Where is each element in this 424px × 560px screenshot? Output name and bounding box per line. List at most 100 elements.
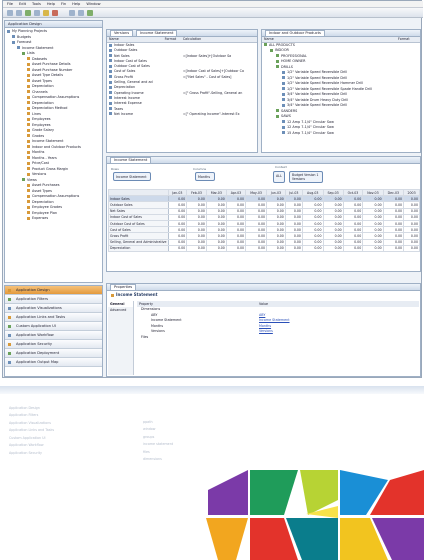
grid-row-header[interactable]: Depreciation (108, 244, 169, 252)
menu-item[interactable]: Tools (32, 2, 41, 6)
nav-item[interactable]: Custom Application UI (5, 322, 102, 331)
tab-income-statement-grid[interactable]: Income Statement (110, 157, 152, 163)
tree-node-icon (27, 62, 30, 66)
tree-node-icon (27, 150, 30, 154)
tab-income-statement[interactable]: Income Statement (136, 30, 178, 36)
grid-cell[interactable]: 0.00 (266, 244, 286, 252)
tree-node-icon (27, 139, 30, 143)
app-window: File Edit Tools Help Fin Help Window Applicati… (2, 0, 423, 378)
column-header[interactable]: Name (262, 37, 396, 43)
redo-icon[interactable] (78, 9, 84, 16)
products-tree: ALL PRODUCTS INDOOR PROFESSIONAL HOME OWNER… (262, 43, 420, 137)
grid-cell[interactable]: 0.00 (225, 244, 247, 252)
grid-cell[interactable]: 0.00 (245, 244, 268, 252)
context-box-version[interactable]: Budget Version 1 Versions (289, 171, 323, 183)
tab-properties[interactable]: Properties (110, 284, 137, 290)
list-row[interactable]: Cost of Sales =[Indoor Cost of Sales]+[Ou… (107, 69, 257, 74)
save-icon[interactable] (25, 9, 31, 16)
grid-cell[interactable]: 0.00 (301, 244, 324, 252)
property-row[interactable]: Files (137, 334, 419, 340)
open-icon[interactable] (16, 9, 22, 16)
grid-cell[interactable]: 0.00 (284, 244, 303, 252)
tree-node-icon (27, 189, 30, 192)
grid-cell[interactable]: 0.00 (342, 244, 364, 252)
product-label: 15 Amp 7-1/4" Circular Saw (287, 130, 334, 135)
nav-item-label: Application Design (16, 288, 50, 292)
grid-cell[interactable]: 0.00 (403, 244, 420, 252)
tree-item-label: Depreciation (32, 84, 54, 88)
product-label: 12 Amp 7-1/4" Circular Saw (287, 119, 334, 124)
run-icon[interactable] (87, 9, 93, 16)
reflection-property: window (143, 427, 156, 432)
product-icon (276, 114, 279, 118)
grid-cell[interactable]: 0.00 (167, 244, 188, 252)
nav-item[interactable]: Application Links and Tasks (5, 313, 102, 322)
nav-item[interactable]: Application Filters (5, 295, 102, 304)
dimension-layout-area: Rows Income Statement Columns Months Con… (107, 164, 420, 189)
delete-icon[interactable] (52, 9, 58, 16)
grid-cell[interactable]: 0.00 (362, 244, 384, 252)
tree-node-icon (7, 29, 10, 33)
nav-item-label: Application Visualizations (16, 306, 62, 310)
products-panel: Indoor and Outdoor Products Name Format A… (261, 29, 421, 153)
nav-item[interactable]: Application Visualizations (5, 304, 102, 313)
cut-icon[interactable] (34, 9, 40, 16)
column-header[interactable]: Format (396, 37, 420, 43)
tree-item-label: Depreciation Method (32, 106, 68, 110)
navigation-panel: Application Design Application Filters App… (4, 285, 103, 377)
tree-item-label: Price/Cost (32, 161, 49, 165)
tree-node-icon (12, 35, 15, 38)
tab-versions[interactable]: Versions (110, 30, 134, 36)
nav-item[interactable]: Application Design (5, 286, 102, 295)
columns-dimension-box[interactable]: Months (195, 172, 215, 181)
menu-item[interactable]: Fin (61, 2, 66, 6)
menu-item[interactable]: Window (86, 2, 100, 6)
grid-cell[interactable]: 0.00 (205, 244, 227, 252)
product-label: 1/2" Variable Speed Reversible Drill (287, 75, 348, 80)
tree-node-icon (27, 57, 30, 60)
list-row[interactable]: Operating Income =[" Gross Profit"-Sellin… (107, 90, 257, 95)
nav-item[interactable]: Application Output Map (5, 358, 102, 367)
new-icon[interactable] (7, 9, 13, 16)
nav-item-label: Application Deployment (16, 351, 60, 355)
nav-item[interactable]: Application Workflow (5, 331, 102, 340)
product-icon (276, 65, 279, 69)
tree-item-label: Asset Purchase Number (32, 67, 73, 72)
product-icon (282, 92, 285, 96)
tab-indoor-outdoor-products[interactable]: Indoor and Outdoor Products (265, 30, 325, 36)
tree-item[interactable]: Expenses (7, 216, 100, 222)
nav-item[interactable]: Application Security (5, 340, 102, 349)
nav-item-icon (8, 315, 11, 319)
tree-node-icon (27, 183, 30, 187)
rows-dimension-box[interactable]: Income Statement (113, 172, 151, 181)
tree-item-label: Grade Salary (32, 128, 55, 132)
list-row[interactable]: Net Income =[" Operating Income"-Interest… (107, 111, 257, 116)
side-tab-advanced[interactable]: Advanced (108, 307, 133, 313)
context-box-all[interactable]: ALL (273, 171, 285, 183)
copy-icon[interactable] (43, 9, 49, 16)
grid-cell[interactable]: 0.00 (382, 244, 405, 252)
tree-node-icon (27, 123, 30, 126)
tree-item-label: Asset Purchase Details (32, 62, 71, 66)
product-label: INDOOR (275, 48, 289, 53)
menu-item[interactable]: File (7, 2, 13, 6)
product-label: HOME OWNER (281, 59, 306, 64)
row-name-text: Depreciation (114, 85, 136, 90)
tree-node-icon (27, 112, 30, 115)
product-label: ALL PRODUCTS (269, 42, 295, 47)
product-icon (282, 70, 285, 74)
columns-label: Columns (193, 167, 207, 171)
brand-mosaic-graphic (206, 470, 424, 560)
undo-icon[interactable] (69, 9, 75, 16)
menu-item[interactable]: Help (47, 2, 55, 6)
menu-item[interactable]: Help (72, 2, 80, 6)
menu-item[interactable]: Edit (19, 2, 26, 6)
grid-cell[interactable]: 0.00 (322, 244, 344, 252)
product-icon (282, 103, 285, 107)
row-icon (109, 64, 112, 68)
product-item[interactable]: 15 Amp 7-1/4" Circular Saw (264, 131, 418, 137)
grid-cell[interactable]: 0.00 (186, 244, 207, 252)
row-icon (109, 75, 112, 79)
nav-item[interactable]: Application Deployment (5, 349, 102, 358)
product-icon (282, 98, 285, 102)
